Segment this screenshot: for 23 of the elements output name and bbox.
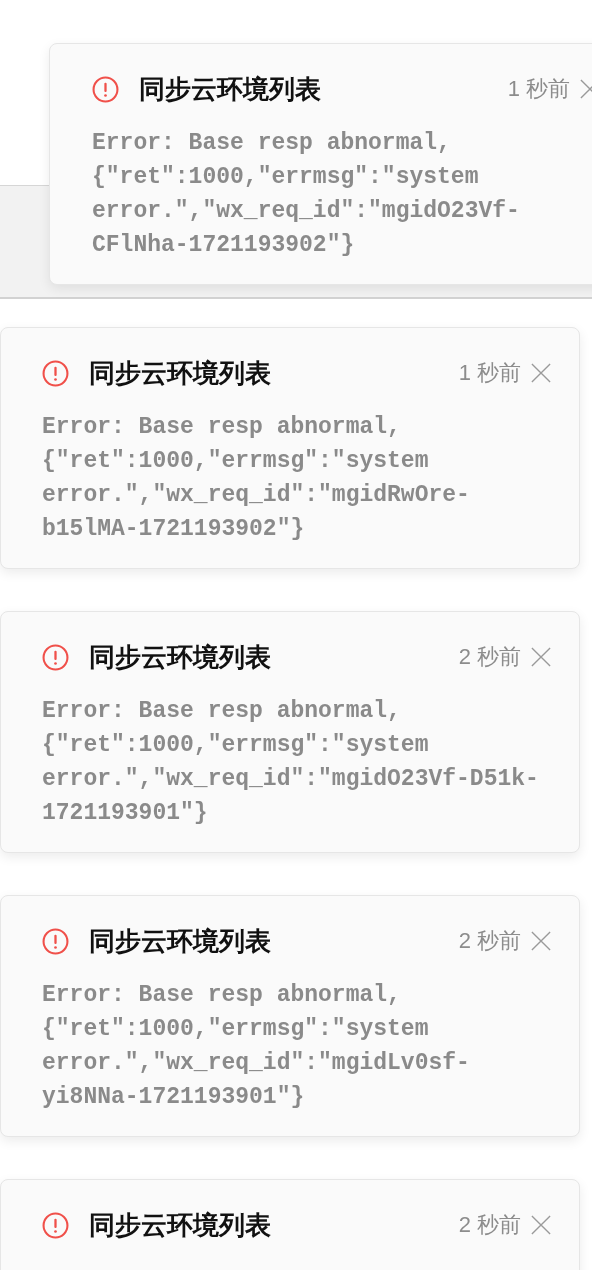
timestamp: 2 秒前 xyxy=(458,643,521,671)
notification-title: 同步云环境列表 xyxy=(89,356,271,390)
error-message: Error: Base resp abnormal, {"ret":1000,"errmsg":"system error.","wx_req_id":"mgidLv0sf- yi8NNa-1721193901"} xyxy=(42,981,471,1112)
notification-title: 同步云环境列表 xyxy=(89,1208,271,1242)
exclamation-circle-icon xyxy=(42,927,69,955)
error-message: Error: Base resp abnormal, {"ret":1000,"errmsg":"system error.","wx_req_id":"mgidRwOre- b15lMA-1721193902"} xyxy=(42,413,471,544)
timestamp: 2 秒前 xyxy=(458,1211,521,1239)
notification-title: 同步云环境列表 xyxy=(89,924,271,958)
close-icon[interactable] xyxy=(531,1215,551,1235)
timestamp: 1 秒前 xyxy=(458,359,521,387)
timestamp: 2 秒前 xyxy=(458,927,521,955)
exclamation-circle-icon xyxy=(42,643,69,671)
exclamation-circle-icon xyxy=(42,359,69,387)
notification-title: 同步云环境列表 xyxy=(139,72,321,106)
timestamp: 1 秒前 xyxy=(507,75,570,103)
notification-title: 同步云环境列表 xyxy=(89,640,271,674)
exclamation-circle-icon xyxy=(92,75,119,103)
error-message: Error: Base resp abnormal, {"ret":1000,"errmsg":"system error.","wx_req_id":"mgidO23Vf- CFlNha-1721193902"} xyxy=(92,129,521,260)
exclamation-circle-icon xyxy=(42,1211,69,1239)
close-icon[interactable] xyxy=(531,363,551,383)
error-message: Error: Base resp abnormal, {"ret":1000,"errmsg":"system error.","wx_req_id":"mgidO23Vf-D51k- 1721193901"} xyxy=(42,697,540,828)
close-icon[interactable] xyxy=(531,647,551,667)
close-icon[interactable] xyxy=(531,931,551,951)
